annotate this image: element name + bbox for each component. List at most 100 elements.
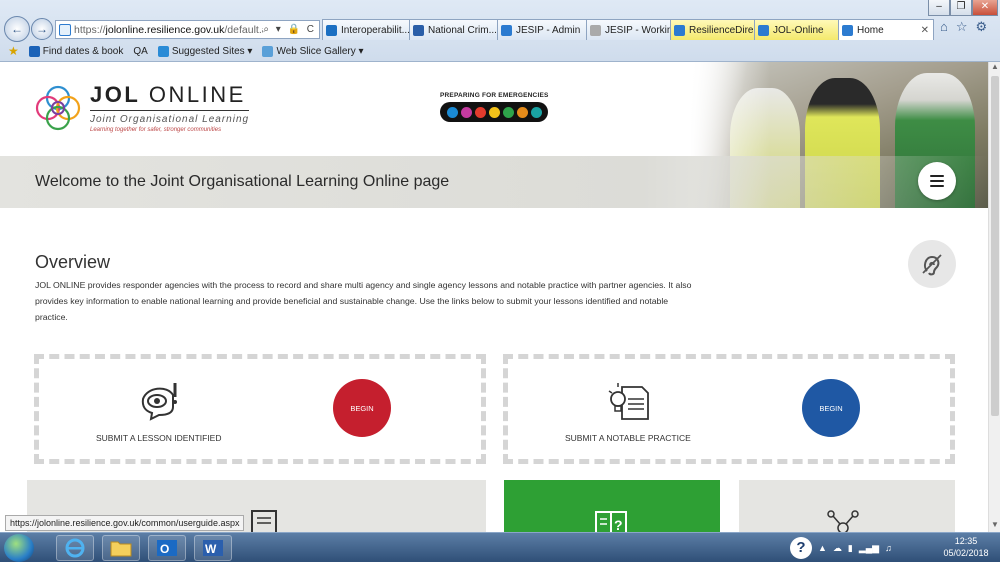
address-tools[interactable]: ⌕ ▾ 🔒 C <box>263 24 319 35</box>
favorite-link[interactable]: Find dates & book <box>28 45 124 57</box>
lesson-eye-icon <box>137 379 183 424</box>
site-favicon <box>59 23 71 36</box>
pfe-dot <box>446 106 458 118</box>
pfe-dot <box>488 106 500 118</box>
tab-label: Home <box>857 24 884 36</box>
hearing-icon <box>922 254 942 276</box>
idea-document-icon <box>606 379 652 424</box>
taskbar-clock[interactable]: 12:35 05/02/2018 <box>936 535 996 559</box>
back-button[interactable]: ← <box>4 16 30 42</box>
favorite-icon <box>262 45 274 57</box>
volume-icon[interactable]: ♫ <box>885 543 892 553</box>
clock-date: 05/02/2018 <box>943 548 989 558</box>
url-host: jolonline.resilience.gov.uk <box>105 23 225 36</box>
svg-text:O: O <box>160 542 169 556</box>
tab-strip: Interoperabilit... National Crim... JESIP … <box>322 19 934 40</box>
favorites-star-icon[interactable]: ☆ <box>956 19 968 35</box>
network-tile[interactable] <box>739 480 955 532</box>
favorite-icon <box>28 45 40 57</box>
browser-tab[interactable]: Interoperabilit... <box>322 19 410 40</box>
page-title: Welcome to the Joint Organisational Lear… <box>35 173 450 190</box>
favorite-label: Find dates & book <box>42 45 124 57</box>
minimize-button[interactable]: – <box>928 0 950 16</box>
notable-practice-card[interactable]: SUBMIT A NOTABLE PRACTICE BEGIN <box>503 354 955 464</box>
scroll-up-icon[interactable]: ▲ <box>989 62 1000 74</box>
tab-label: National Crim... <box>428 24 497 36</box>
card-label: SUBMIT A NOTABLE PRACTICE <box>565 433 691 443</box>
scroll-thumb[interactable] <box>991 76 999 416</box>
tab-label: ResilienceDire... <box>689 24 755 36</box>
pfe-dot <box>530 106 542 118</box>
overview-text: JOL ONLINE provides responder agencies w… <box>35 280 692 322</box>
tab-favicon-icon <box>501 24 512 36</box>
pfe-dots <box>440 102 548 122</box>
favorite-link[interactable]: QA <box>133 46 147 57</box>
url-path: /default.aspx <box>224 23 263 36</box>
signal-icon[interactable]: ▂▄▆ <box>859 543 879 554</box>
jol-online-logo[interactable]: JOL ONLINE Joint Organisational Learning… <box>34 82 250 133</box>
overview-heading: Overview <box>35 252 111 272</box>
pfe-dot <box>460 106 472 118</box>
browser-tab[interactable]: National Crim... <box>409 19 498 40</box>
pfe-dot <box>502 106 514 118</box>
close-window-button[interactable]: ✕ <box>972 0 998 16</box>
logo-title-rest: ONLINE <box>140 82 246 107</box>
preparing-for-emergencies-badge[interactable]: PREPARING FOR EMERGENCIES <box>440 92 550 122</box>
favorite-label: QA <box>133 45 148 57</box>
menu-icon-line <box>930 180 944 182</box>
favorite-link[interactable]: Suggested Sites ▾ <box>157 45 252 57</box>
scroll-down-icon[interactable]: ▼ <box>989 520 1000 532</box>
word-icon[interactable]: W <box>194 535 232 561</box>
tab-favicon-icon <box>413 24 424 36</box>
tab-label: Interoperabilit... <box>341 24 410 36</box>
home-icon[interactable]: ⌂ <box>940 19 948 35</box>
file-explorer-icon[interactable] <box>102 535 140 561</box>
tab-favicon-icon <box>590 24 601 36</box>
knot-logo-icon <box>35 85 81 130</box>
forward-button[interactable]: → <box>31 18 53 40</box>
begin-lesson-button[interactable]: BEGIN <box>333 379 391 437</box>
browser-tab[interactable]: JOL-Online <box>754 19 839 40</box>
start-button[interactable] <box>4 534 34 562</box>
status-bar-url: https://jolonline.resilience.gov.uk/comm… <box>5 515 245 531</box>
tab-label: JOL-Online <box>773 24 824 36</box>
hamburger-menu-button[interactable] <box>918 162 956 200</box>
tab-favicon-icon <box>758 24 769 36</box>
menu-icon-line <box>930 175 944 177</box>
begin-practice-button[interactable]: BEGIN <box>802 379 860 437</box>
favorite-link[interactable]: Web Slice Gallery ▾ <box>262 45 364 57</box>
web-page: JOL ONLINE Joint Organisational Learning… <box>0 62 988 532</box>
accessibility-hearing-button[interactable] <box>908 240 956 288</box>
internet-explorer-icon[interactable] <box>56 535 94 561</box>
vertical-scrollbar[interactable]: ▲ ▼ <box>988 62 1000 532</box>
url-prefix: https:// <box>74 23 106 36</box>
back-arrow-icon: ← <box>11 22 23 36</box>
cloud-icon[interactable]: ☁ <box>833 543 842 554</box>
tray-chevron-icon[interactable]: ▲ <box>818 543 827 553</box>
svg-text:W: W <box>205 542 217 556</box>
outlook-icon[interactable]: O <box>148 535 186 561</box>
logo-title: JOL ONLINE <box>90 82 250 111</box>
browser-toolbar-icons: ⌂ ☆ ⚙ <box>940 19 987 35</box>
close-tab-icon[interactable]: ✕ <box>905 25 929 36</box>
help-icon[interactable]: ? <box>790 537 812 559</box>
browser-tab[interactable]: ResilienceDire... <box>670 19 755 40</box>
address-bar[interactable]: https://jolonline.resilience.gov.uk/defa… <box>55 20 320 39</box>
browser-tab[interactable]: JESIP - Admin <box>497 19 587 40</box>
system-tray: ? ▲ ☁ ▮ ▂▄▆ ♫ <box>790 535 892 561</box>
browser-tab[interactable]: JESIP - Workin... <box>586 19 671 40</box>
browser-tab[interactable]: Home ✕ <box>838 19 934 40</box>
pfe-dot <box>516 106 528 118</box>
settings-gear-icon[interactable]: ⚙ <box>976 19 988 35</box>
favorites-star-add-icon[interactable]: ★ <box>8 44 19 58</box>
maximize-button[interactable]: ❐ <box>950 0 972 16</box>
windows-taskbar: O W ? ▲ ☁ ▮ ▂▄▆ ♫ 12:35 05/02/2018 <box>0 532 1000 562</box>
battery-icon[interactable]: ▮ <box>848 543 853 554</box>
card-label: SUBMIT A LESSON IDENTIFIED <box>96 433 222 443</box>
lesson-identified-card[interactable]: SUBMIT A LESSON IDENTIFIED BEGIN <box>34 354 486 464</box>
welcome-band: Welcome to the Joint Organisational Lear… <box>0 156 988 208</box>
questions-tile[interactable]: ? <box>504 480 720 532</box>
svg-text:?: ? <box>614 517 623 532</box>
address-url[interactable]: https://jolonline.resilience.gov.uk/defa… <box>74 24 263 36</box>
tab-label: JESIP - Admin <box>516 24 581 36</box>
